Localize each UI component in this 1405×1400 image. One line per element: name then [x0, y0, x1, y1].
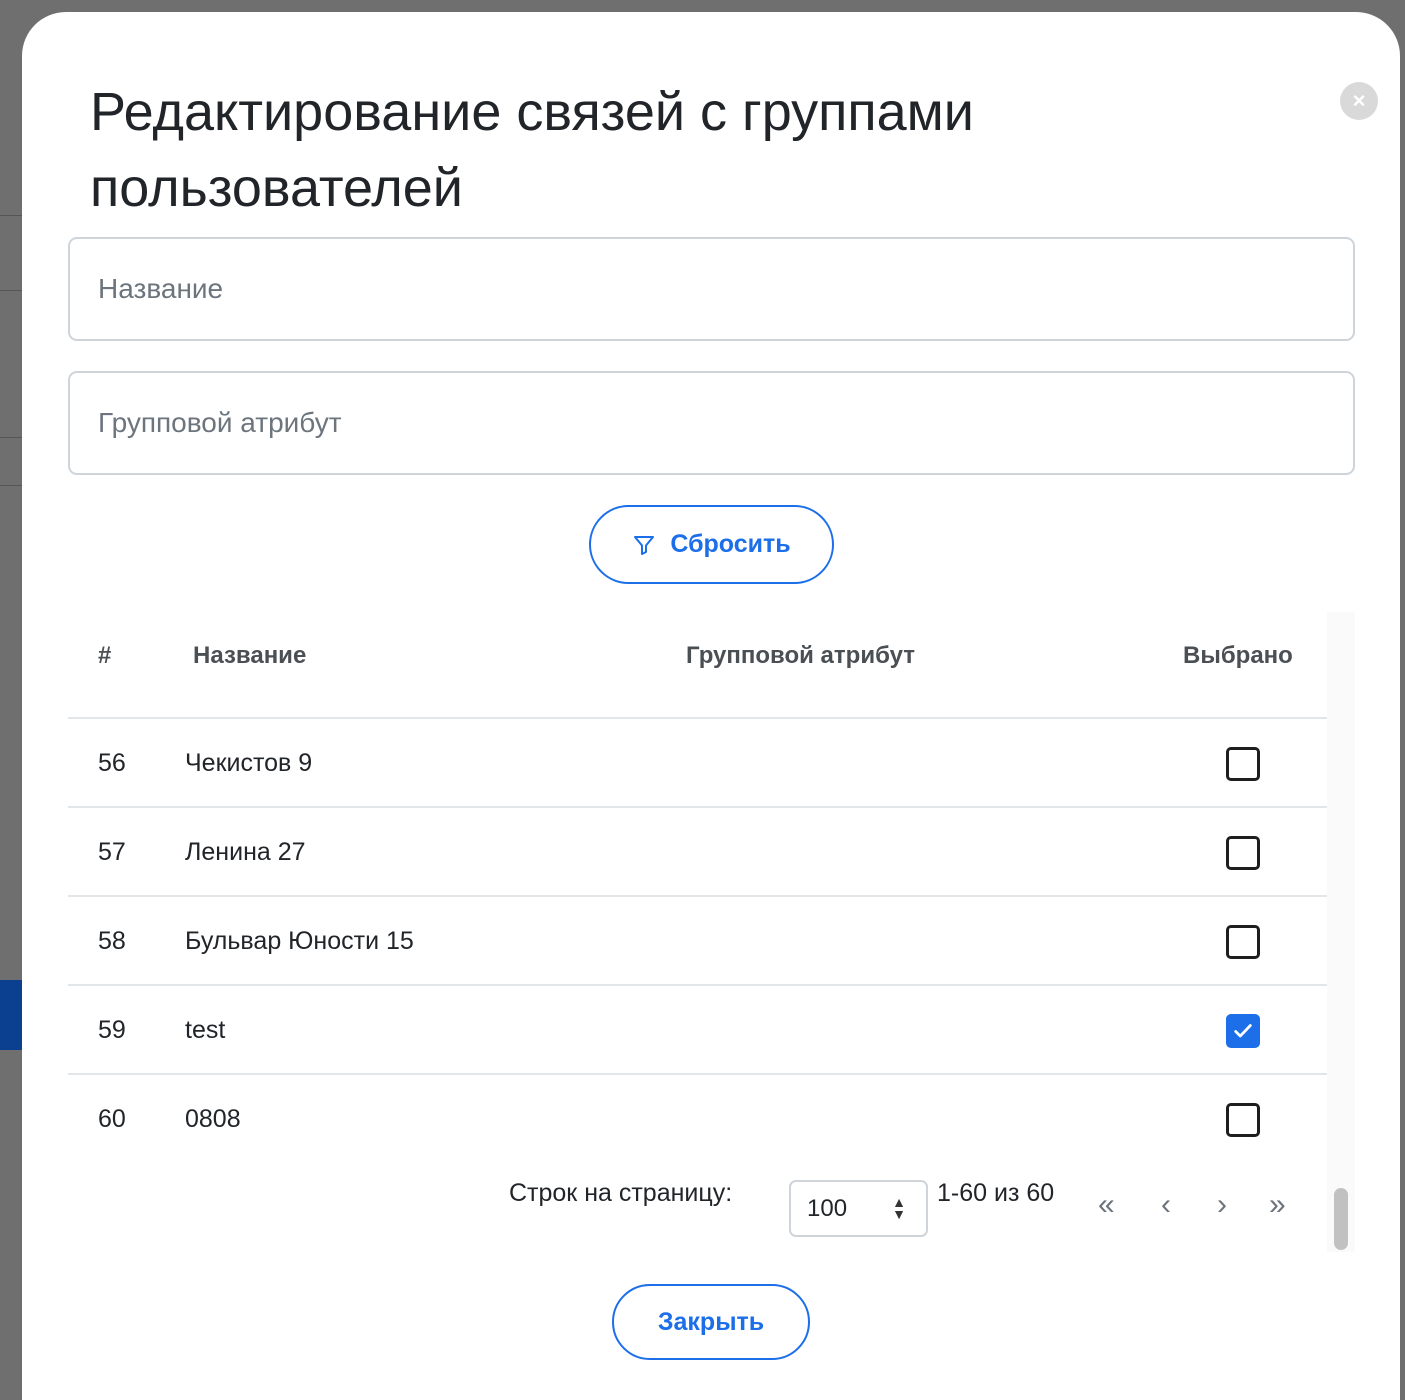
close-button-label: Закрыть	[657, 1307, 765, 1336]
column-header-number[interactable]: #	[98, 642, 111, 670]
table-row: 57 Ленина 27	[68, 808, 1327, 897]
table-row: 59 test	[68, 986, 1327, 1075]
reset-filters-label: Сбросить	[670, 530, 791, 558]
row-selected-checkbox[interactable]	[1226, 836, 1260, 870]
reset-filters-button[interactable]: Сбросить	[589, 505, 834, 584]
last-page-icon[interactable]: »	[1269, 1190, 1286, 1220]
row-name: Ленина 27	[185, 838, 306, 866]
row-name: 0808	[185, 1105, 241, 1133]
table-row: 58 Бульвар Юности 15	[68, 897, 1327, 986]
checkmark-icon	[1234, 1024, 1252, 1038]
group-attribute-filter-input[interactable]	[68, 371, 1355, 475]
row-name: Чекистов 9	[185, 749, 313, 777]
pagination-range: 1-60 из 60	[937, 1179, 1055, 1207]
previous-page-icon[interactable]: ‹	[1161, 1190, 1171, 1220]
row-number: 60	[98, 1105, 126, 1133]
row-number: 58	[98, 927, 126, 955]
close-icon[interactable]: ×	[1340, 82, 1378, 120]
next-page-icon[interactable]: ›	[1217, 1190, 1227, 1220]
backdrop-blue-button	[0, 980, 22, 1050]
close-button[interactable]: Закрыть	[612, 1284, 810, 1360]
column-header-name[interactable]: Название	[193, 642, 306, 670]
filter-icon	[634, 535, 655, 555]
groups-table: # Название Групповой атрибут Выбрано 56 …	[68, 612, 1355, 1252]
row-number: 56	[98, 749, 126, 777]
name-filter-input[interactable]	[68, 237, 1355, 341]
row-number: 59	[98, 1016, 126, 1044]
select-arrows-icon: ▲ ▼	[892, 1194, 906, 1222]
row-name: test	[185, 1016, 226, 1044]
row-selected-checkbox[interactable]	[1226, 925, 1260, 959]
first-page-icon[interactable]: «	[1098, 1190, 1115, 1220]
rows-per-page-select[interactable]: 100 ▲ ▼	[789, 1180, 928, 1237]
row-selected-checkbox[interactable]	[1226, 1103, 1260, 1137]
row-name: Бульвар Юности 15	[185, 927, 414, 955]
row-number: 57	[98, 838, 126, 866]
row-selected-checkbox[interactable]	[1226, 747, 1260, 781]
column-header-group-attribute[interactable]: Групповой атрибут	[686, 642, 915, 670]
table-row: 60 0808	[68, 1075, 1327, 1164]
rows-per-page-label: Строк на страницу:	[509, 1179, 733, 1207]
rows-per-page-value: 100	[807, 1194, 848, 1222]
table-row: 56 Чекистов 9	[68, 719, 1327, 808]
modal-title: Редактирование связей с группами пользов…	[90, 82, 974, 218]
column-header-selected[interactable]: Выбрано	[1183, 642, 1293, 670]
row-selected-checkbox[interactable]	[1226, 1014, 1260, 1048]
